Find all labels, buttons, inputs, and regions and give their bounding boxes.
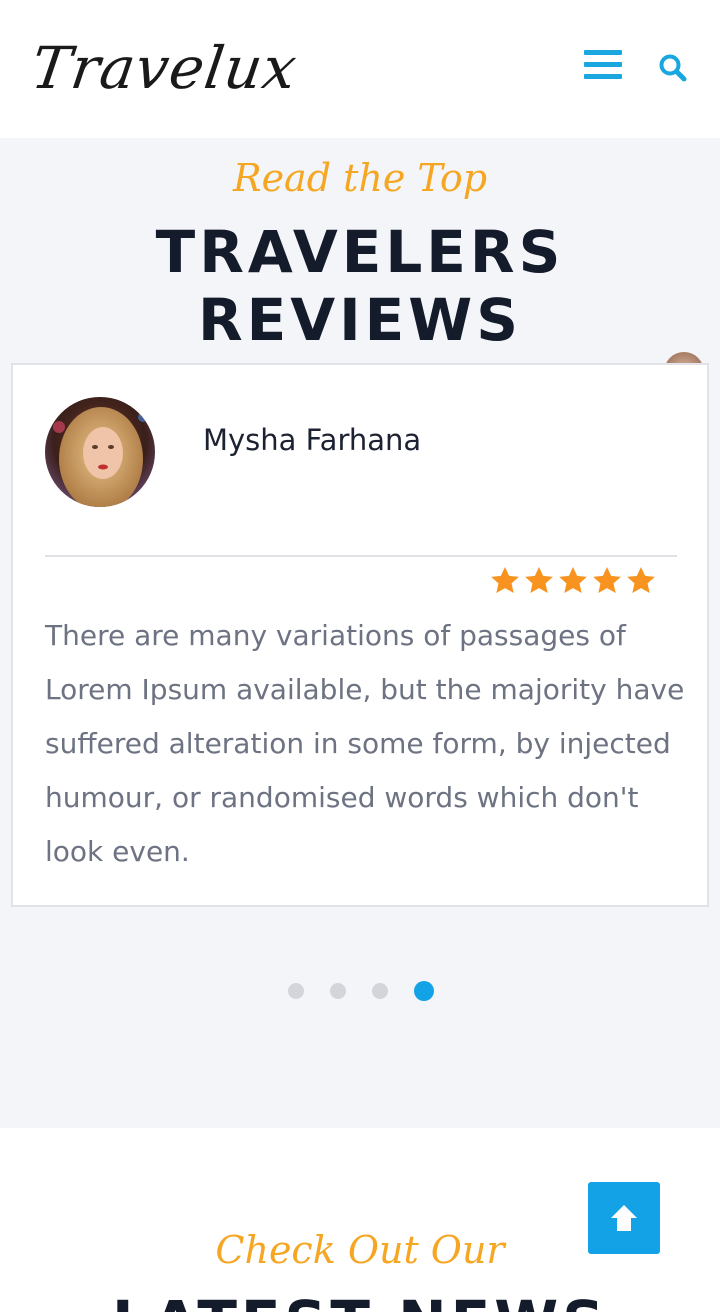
hamburger-menu-icon[interactable] (584, 50, 622, 80)
arrow-up-icon (611, 1205, 637, 1231)
carousel-dots (288, 981, 434, 1001)
star-icon (593, 567, 621, 593)
rating-stars (489, 565, 657, 597)
news-heading: LATEST NEWS (0, 1288, 720, 1312)
carousel-dot[interactable] (372, 983, 388, 999)
review-card: Mysha Farhana There are many variations … (11, 363, 709, 907)
carousel-dot[interactable] (288, 983, 304, 999)
logo[interactable]: Travelux (27, 34, 301, 102)
reviewer-name: Mysha Farhana (203, 423, 422, 457)
star-icon (525, 567, 553, 593)
star-icon (627, 567, 655, 593)
reviews-section: Read the Top TRAVELERS REVIEWS Mysha Far… (0, 138, 720, 1128)
site-header: Travelux (0, 0, 720, 138)
review-text: There are many variations of passages of… (45, 619, 685, 868)
star-icon (491, 567, 519, 593)
card-divider (45, 555, 677, 557)
reviews-script-heading: Read the Top (232, 156, 488, 200)
carousel-dot[interactable] (414, 981, 434, 1001)
star-icon (559, 567, 587, 593)
avatar (45, 397, 155, 507)
scroll-to-top-button[interactable] (588, 1182, 660, 1254)
reviews-heading: TRAVELERS REVIEWS (155, 218, 565, 354)
carousel-dot[interactable] (330, 983, 346, 999)
search-icon[interactable] (658, 53, 688, 83)
